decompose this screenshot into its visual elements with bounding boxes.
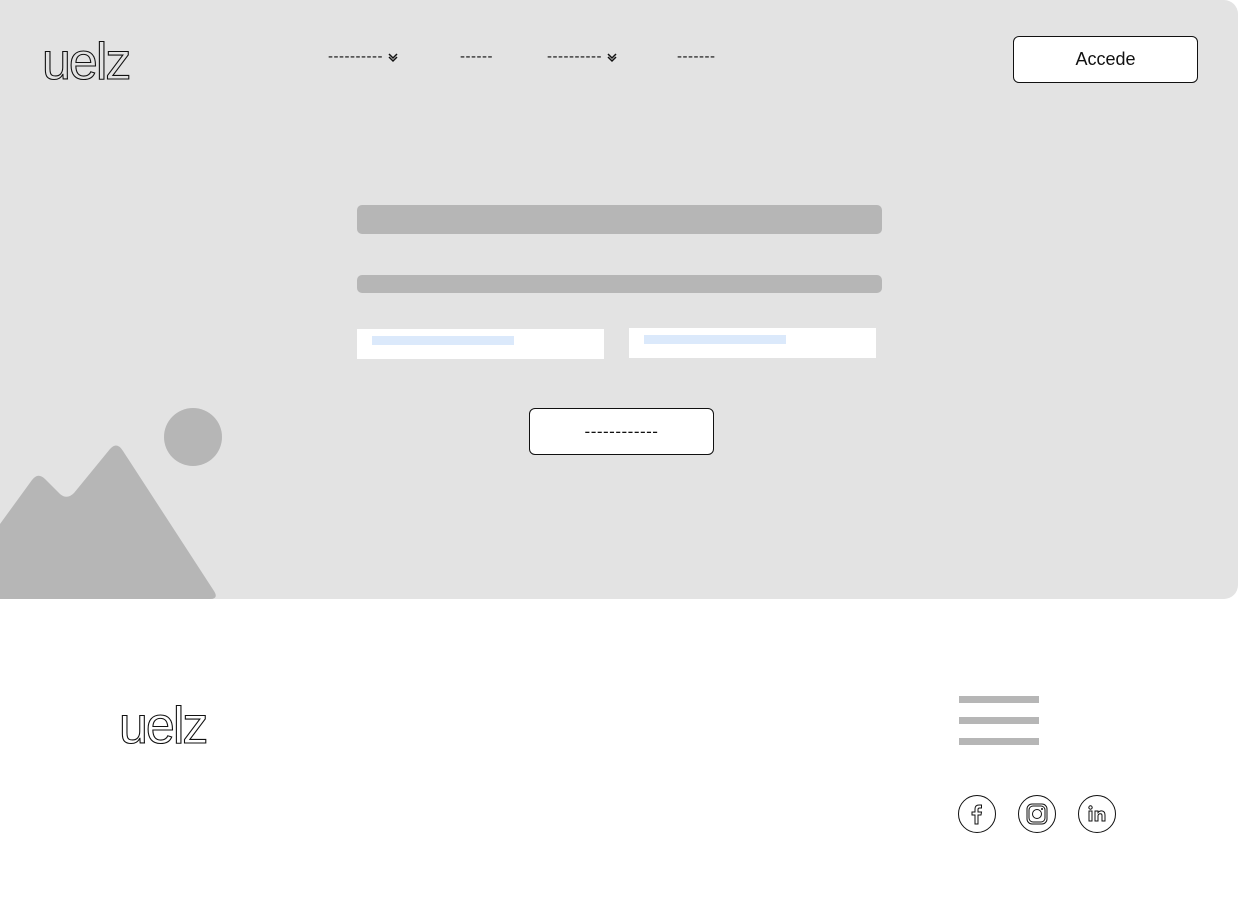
nav-item-1[interactable]: ---------- (328, 48, 399, 65)
hero-subtitle-placeholder (357, 275, 882, 293)
nav-item-label: ---------- (547, 48, 602, 65)
chevron-down-icon (388, 52, 398, 62)
footer-logo-text: uelz (119, 700, 206, 748)
footer-link-placeholder[interactable] (959, 696, 1039, 703)
input-placeholder (372, 336, 514, 345)
nav-item-4[interactable]: ------- (677, 48, 715, 65)
nav-item-label: ------- (677, 48, 716, 65)
facebook-link[interactable] (958, 795, 996, 833)
login-button[interactable]: Accede (1013, 36, 1198, 83)
footer-logo[interactable]: uelz (119, 700, 223, 748)
chevron-down-icon (607, 52, 617, 62)
nav-item-2[interactable]: ------ (460, 48, 493, 65)
linkedin-icon (1088, 805, 1106, 822)
logo[interactable]: uelz (42, 36, 146, 84)
footer-links (959, 696, 1039, 759)
input-placeholder (644, 335, 786, 344)
instagram-link[interactable] (1018, 795, 1056, 833)
facebook-icon (971, 804, 983, 825)
logo-text: uelz (42, 36, 129, 84)
hero-cta-button[interactable]: ------------ (529, 408, 714, 455)
hero-cta-label: ------------ (584, 421, 659, 441)
hero-title-placeholder (357, 205, 882, 234)
login-button-label: Accede (1075, 49, 1136, 69)
input-field-2[interactable] (629, 328, 876, 358)
footer-link-placeholder[interactable] (959, 717, 1039, 724)
hero-section: uelz ---------- ------ ---------- ------… (0, 0, 1238, 599)
image-placeholder-icon (0, 408, 222, 599)
nav-item-label: ------ (460, 48, 493, 65)
linkedin-link[interactable] (1078, 795, 1116, 833)
nav-item-label: ---------- (328, 48, 383, 65)
instagram-icon (1026, 803, 1048, 825)
nav-item-3[interactable]: ---------- (547, 48, 618, 65)
input-field-1[interactable] (357, 329, 604, 359)
footer-link-placeholder[interactable] (959, 738, 1039, 745)
